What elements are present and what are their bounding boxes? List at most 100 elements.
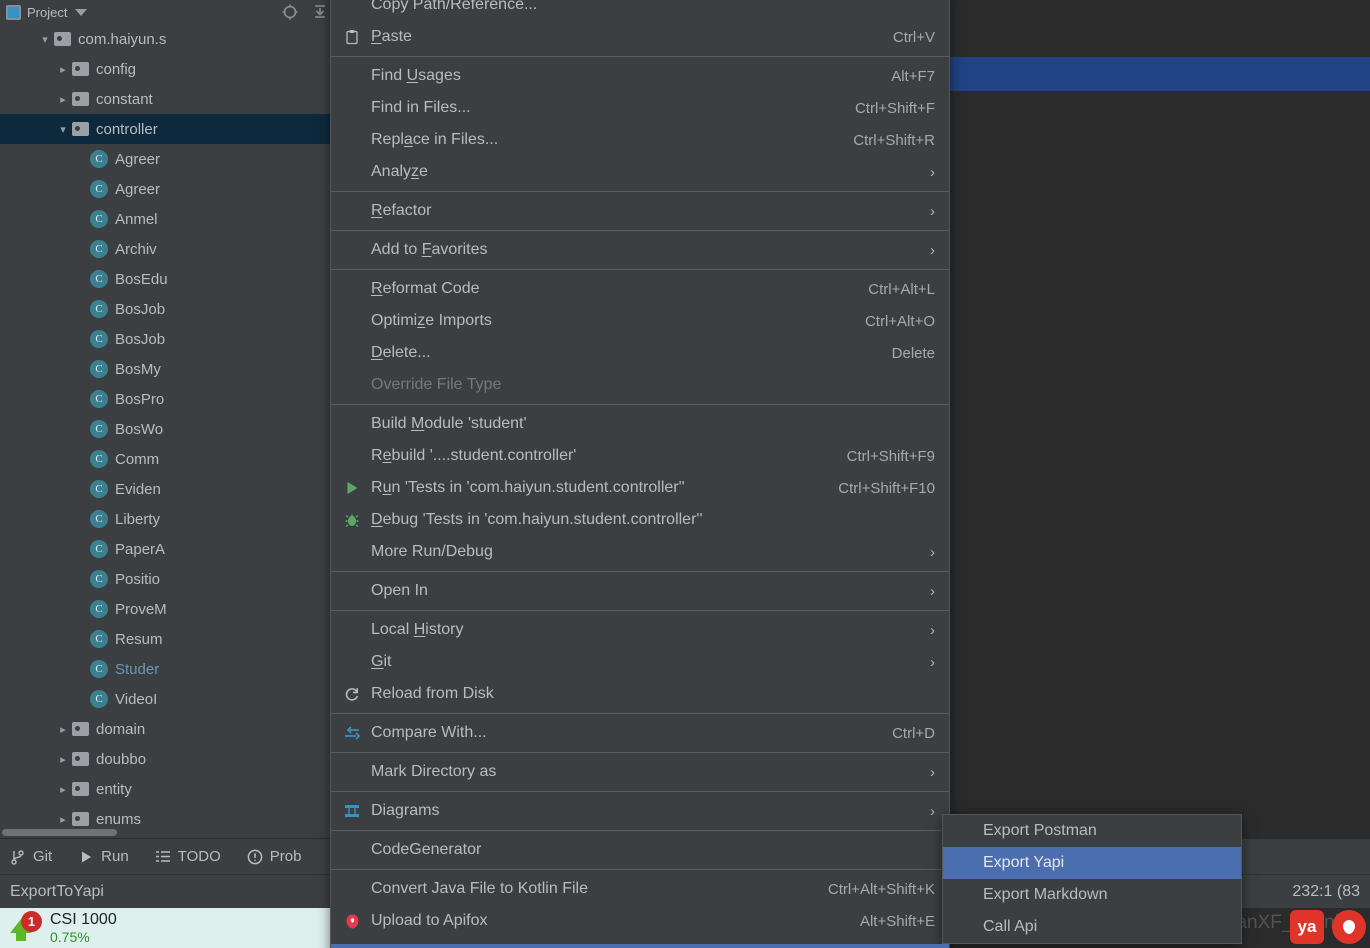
bottom-bar-label-run: Run <box>101 848 129 865</box>
tree-item-label: Resum <box>115 630 163 648</box>
tree-row[interactable]: C ProveM <box>0 594 339 624</box>
locate-icon[interactable] <box>281 3 299 21</box>
menu-item[interactable]: Optimize Imports Ctrl+Alt+O <box>331 305 949 337</box>
editor-context-menu[interactable]: Copy Path/Reference... Paste Ctrl+V Find Us… <box>330 0 950 948</box>
submenu-item[interactable]: Export Yapi <box>943 847 1241 879</box>
menu-item[interactable]: Git › <box>331 646 949 678</box>
tree-row[interactable]: C PaperA <box>0 534 339 564</box>
tree-row[interactable]: C BosPro <box>0 384 339 414</box>
java-class-icon: C <box>90 390 108 408</box>
tree-row[interactable]: ▾ controller <box>0 114 339 144</box>
menu-item-label: Find Usages <box>371 67 461 84</box>
menu-item-label: Refactor <box>371 202 432 219</box>
tree-row[interactable]: C Comm <box>0 444 339 474</box>
menu-item[interactable]: Reload from Disk <box>331 678 949 710</box>
apifox-icon <box>343 912 361 930</box>
chevron-down-icon[interactable]: ▾ <box>54 123 72 136</box>
menu-item-shortcut: Alt+Shift+E <box>859 912 935 930</box>
chevron-down-icon[interactable] <box>75 8 88 16</box>
apifox-helper-submenu[interactable]: Export Postman Export Yapi Export Markdown… <box>942 814 1242 944</box>
submenu-item[interactable]: Export Postman <box>943 815 1241 847</box>
menu-item[interactable]: Build Module 'student' <box>331 408 949 440</box>
chevron-right-icon[interactable]: ▸ <box>54 93 72 106</box>
collapse-all-icon[interactable] <box>311 3 329 21</box>
menu-item[interactable]: Add to Favorites › <box>331 234 949 266</box>
bottom-bar-item-problems[interactable]: Prob <box>247 848 302 865</box>
tree-row[interactable]: C BosWo <box>0 414 339 444</box>
project-tree[interactable]: ▾ com.haiyun.s ▸ config ▸ constant ▾ controller… <box>0 24 339 826</box>
diagram-icon <box>343 802 361 820</box>
chevron-right-icon[interactable]: ▸ <box>54 813 72 826</box>
menu-item[interactable]: Convert Java File to Kotlin File Ctrl+Alt… <box>331 873 949 905</box>
bottom-bar-item-run[interactable]: Run <box>78 848 129 865</box>
menu-item[interactable]: CodeGenerator <box>331 834 949 866</box>
folder-icon <box>72 752 89 766</box>
tree-row[interactable]: ▸ config <box>0 54 339 84</box>
menu-item[interactable]: Refactor › <box>331 195 949 227</box>
tree-item-label: BosMy <box>115 360 161 378</box>
menu-item[interactable]: Analyze › <box>331 156 949 188</box>
menu-item[interactable]: Mark Directory as › <box>331 756 949 788</box>
menu-item[interactable]: Find Usages Alt+F7 <box>331 60 949 92</box>
menu-item[interactable]: Run 'Tests in 'com.haiyun.student.contro… <box>331 472 949 504</box>
tree-row[interactable]: C Liberty <box>0 504 339 534</box>
menu-item[interactable]: Replace in Files... Ctrl+Shift+R <box>331 124 949 156</box>
scrollbar-thumb[interactable] <box>2 829 117 836</box>
tree-row[interactable]: C BosMy <box>0 354 339 384</box>
tree-row[interactable]: ▸ domain <box>0 714 339 744</box>
chevron-right-icon[interactable]: ▸ <box>54 783 72 796</box>
tree-row[interactable]: C Resum <box>0 624 339 654</box>
menu-item[interactable]: Rebuild '....student.controller' Ctrl+Shi… <box>331 440 949 472</box>
menu-item[interactable]: Reformat Code Ctrl+Alt+L <box>331 273 949 305</box>
tree-row[interactable]: C BosEdu <box>0 264 339 294</box>
menu-item[interactable]: More Run/Debug › <box>331 536 949 568</box>
tree-row[interactable]: ▾ com.haiyun.s <box>0 24 339 54</box>
menu-item[interactable]: Paste Ctrl+V <box>331 21 949 53</box>
menu-item[interactable]: Diagrams › <box>331 795 949 827</box>
menu-item[interactable]: Open In › <box>331 575 949 607</box>
tree-row[interactable]: C Positio <box>0 564 339 594</box>
bottom-bar-item-git[interactable]: Git <box>10 848 52 865</box>
tree-row[interactable]: ▸ doubbo <box>0 744 339 774</box>
tree-row[interactable]: C Anmel <box>0 204 339 234</box>
tree-row[interactable]: C BosJob <box>0 324 339 354</box>
menu-item[interactable]: Debug 'Tests in 'com.haiyun.student.cont… <box>331 504 949 536</box>
java-class-icon: C <box>90 420 108 438</box>
tree-row[interactable]: ▸ enums <box>0 804 339 826</box>
menu-item[interactable]: Delete... Delete <box>331 337 949 369</box>
tree-row[interactable]: C Agreer <box>0 174 339 204</box>
submenu-item[interactable]: Export Markdown <box>943 879 1241 911</box>
menu-item-label: Upload to Apifox <box>371 912 488 929</box>
chevron-right-icon[interactable]: ▸ <box>54 63 72 76</box>
menu-item[interactable]: Copy Path/Reference... <box>331 0 949 21</box>
yapi-tray-icon[interactable]: ya <box>1290 910 1324 944</box>
menu-item[interactable]: Find in Files... Ctrl+Shift+F <box>331 92 949 124</box>
bottom-bar-item-todo[interactable]: TODO <box>155 848 221 865</box>
tree-row[interactable]: C BosJob <box>0 294 339 324</box>
bottom-bar-label-problems: Prob <box>269 848 302 865</box>
chevron-right-icon[interactable]: ▸ <box>54 723 72 736</box>
menu-item-label: Compare With... <box>371 724 487 741</box>
status-bar-left-text: ExportToYapi <box>10 882 104 900</box>
system-tray: ya <box>1290 910 1366 944</box>
tree-row[interactable]: C Agreer <box>0 144 339 174</box>
java-class-icon: C <box>90 510 108 528</box>
menu-item[interactable]: Upload to Apifox Alt+Shift+E <box>331 905 949 937</box>
caret-position[interactable]: 232:1 (83 <box>1292 883 1360 901</box>
tree-row[interactable]: C Eviden <box>0 474 339 504</box>
tree-row[interactable]: C VideoI <box>0 684 339 714</box>
apifox-tray-icon[interactable] <box>1332 910 1366 944</box>
menu-item[interactable]: Compare With... Ctrl+D <box>331 717 949 749</box>
submenu-item[interactable]: Call Api <box>943 911 1241 943</box>
chevron-right-icon[interactable]: ▸ <box>54 753 72 766</box>
tree-row[interactable]: ▸ constant <box>0 84 339 114</box>
tree-row[interactable]: ▸ entity <box>0 774 339 804</box>
stock-notification-popup[interactable]: 1 CSI 1000 0.75% <box>0 908 330 948</box>
java-class-icon: C <box>90 180 108 198</box>
tree-item-label: Agreer <box>115 180 161 198</box>
tree-row[interactable]: C Studer <box>0 654 339 684</box>
project-tree-horizontal-scrollbar[interactable] <box>0 827 340 838</box>
chevron-down-icon[interactable]: ▾ <box>36 33 54 46</box>
menu-item[interactable]: Local History › <box>331 614 949 646</box>
tree-row[interactable]: C Archiv <box>0 234 339 264</box>
